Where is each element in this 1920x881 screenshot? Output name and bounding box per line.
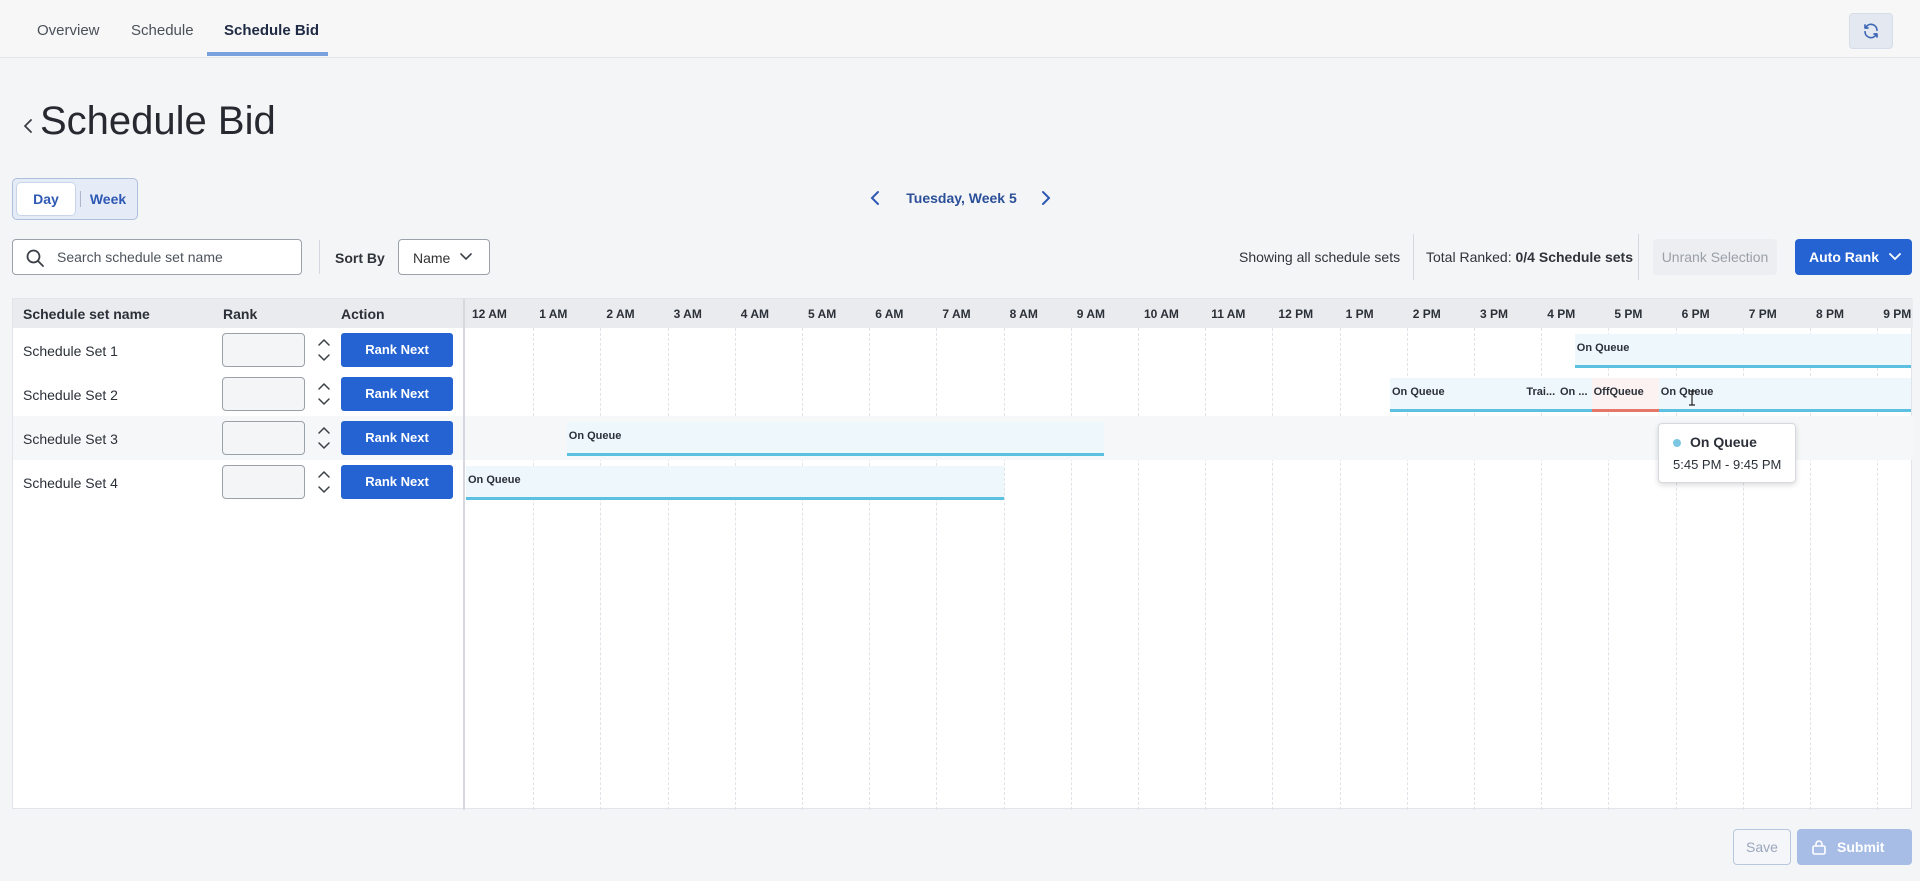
header-schedule-set-name: Schedule set name — [23, 306, 150, 322]
search-input[interactable] — [57, 242, 295, 272]
hour-label: 6 AM — [875, 307, 904, 321]
schedule-set-name: Schedule Set 1 — [23, 343, 118, 359]
hour-label: 1 AM — [539, 307, 568, 321]
tab-overview[interactable]: Overview — [37, 0, 100, 58]
save-button[interactable]: Save — [1733, 829, 1791, 865]
current-date-label: Tuesday, Week 5 — [906, 190, 1017, 206]
rank-input[interactable] — [222, 377, 305, 411]
schedule-table: Schedule set name Rank Action 12 AM 1 AM 2… — [12, 298, 1913, 810]
active-tab-indicator — [207, 52, 328, 56]
toggle-divider — [80, 191, 81, 207]
view-toggle: Day Week — [12, 178, 138, 220]
table-header: Schedule set name Rank Action 12 AM 1 AM 2… — [13, 299, 1913, 328]
activity-bar[interactable]: On Queue — [1574, 334, 1911, 368]
next-day-icon[interactable] — [1035, 187, 1057, 209]
rank-input[interactable] — [222, 333, 305, 367]
divider — [1413, 234, 1414, 280]
search-box — [12, 239, 302, 275]
divider — [1638, 234, 1639, 280]
hour-label: 2 PM — [1412, 307, 1441, 321]
schedule-set-name: Schedule Set 2 — [23, 387, 118, 403]
activity-tooltip: On Queue 5:45 PM - 9:45 PM — [1658, 423, 1796, 483]
rank-input[interactable] — [222, 465, 305, 499]
hour-label: 12 AM — [472, 307, 507, 321]
hour-label: 1 PM — [1345, 307, 1374, 321]
total-ranked-value: 0/4 Schedule sets — [1515, 249, 1634, 265]
hour-label: 12 PM — [1278, 307, 1314, 321]
sort-select-value: Name — [413, 250, 451, 266]
lock-icon — [1812, 840, 1826, 855]
rank-input[interactable] — [222, 421, 305, 455]
hour-label: 5 PM — [1614, 307, 1643, 321]
activity-bar[interactable]: On Queue — [1390, 378, 1525, 412]
text-cursor-icon — [1689, 390, 1695, 406]
divider — [319, 240, 320, 274]
hour-label: 6 PM — [1681, 307, 1710, 321]
page-title: Schedule Bid — [40, 99, 276, 143]
header-action: Action — [341, 306, 385, 322]
activity-bar[interactable]: OffQueue — [1591, 378, 1659, 412]
hour-label: 9 AM — [1076, 307, 1106, 321]
refresh-icon — [1864, 23, 1878, 39]
auto-rank-label: Auto Rank — [1809, 249, 1879, 265]
tab-schedule[interactable]: Schedule — [131, 0, 194, 58]
hour-label: 2 AM — [606, 307, 635, 321]
rank-stepper-icon[interactable] — [316, 336, 332, 364]
activity-bar[interactable]: On Queue — [566, 422, 1105, 456]
tooltip-title: On Queue — [1690, 434, 1757, 450]
hour-label: 3 PM — [1480, 307, 1509, 321]
rank-next-button[interactable]: Rank Next — [341, 465, 453, 499]
hour-label: 4 PM — [1547, 307, 1576, 321]
sort-by-label: Sort By — [335, 250, 385, 266]
auto-rank-button[interactable]: Auto Rank — [1795, 239, 1912, 275]
activity-bar[interactable]: On Queue — [466, 466, 1004, 500]
total-ranked-label: Total Ranked: — [1426, 249, 1516, 265]
hour-label: 4 AM — [740, 307, 770, 321]
rank-stepper-icon[interactable] — [316, 380, 332, 408]
timeline-divider — [463, 299, 465, 810]
day-view-button[interactable]: Day — [17, 183, 75, 215]
search-icon — [26, 249, 44, 267]
tooltip-time: 5:45 PM - 9:45 PM — [1673, 457, 1782, 472]
hour-label: 3 AM — [673, 307, 702, 321]
hour-label: 8 PM — [1816, 307, 1845, 321]
chevron-down-icon — [1889, 253, 1901, 261]
refresh-button[interactable] — [1849, 13, 1893, 49]
hour-label: 9 PM — [1883, 307, 1912, 321]
chevron-down-icon — [460, 253, 472, 261]
rank-stepper-icon[interactable] — [316, 424, 332, 452]
rank-next-button[interactable]: Rank Next — [341, 333, 453, 367]
header-rank: Rank — [223, 306, 258, 322]
unrank-selection-button[interactable]: Unrank Selection — [1653, 239, 1777, 275]
submit-label: Submit — [1837, 839, 1885, 855]
schedule-set-name: Schedule Set 4 — [23, 475, 118, 491]
activity-bar[interactable]: Trai... — [1524, 378, 1558, 412]
week-view-button[interactable]: Week — [83, 183, 133, 215]
rank-next-button[interactable]: Rank Next — [341, 421, 453, 455]
submit-button[interactable]: Submit — [1797, 829, 1912, 865]
hour-label: 10 AM — [1144, 307, 1179, 321]
rank-stepper-icon[interactable] — [316, 468, 332, 496]
showing-status: Showing all schedule sets — [1239, 249, 1401, 265]
hour-label: 7 AM — [942, 307, 971, 321]
activity-bar[interactable]: On Queue — [1658, 378, 1911, 412]
activity-color-dot — [1673, 439, 1681, 447]
schedule-set-name: Schedule Set 3 — [23, 431, 118, 447]
rank-next-button[interactable]: Rank Next — [341, 377, 453, 411]
back-chevron-icon[interactable] — [18, 112, 38, 140]
tab-schedule-bid[interactable]: Schedule Bid — [224, 0, 319, 58]
total-ranked: Total Ranked: 0/4 Schedule sets — [1426, 249, 1633, 265]
hour-label: 5 AM — [808, 307, 837, 321]
hour-label: 7 PM — [1748, 307, 1777, 321]
activity-bar[interactable]: On ... — [1558, 378, 1592, 412]
sort-select[interactable]: Name — [398, 239, 490, 275]
previous-day-icon[interactable] — [864, 187, 886, 209]
top-tab-bar: Overview Schedule Schedule Bid — [0, 0, 1920, 58]
hour-label: 11 AM — [1211, 307, 1246, 321]
hour-label: 8 AM — [1009, 307, 1038, 321]
